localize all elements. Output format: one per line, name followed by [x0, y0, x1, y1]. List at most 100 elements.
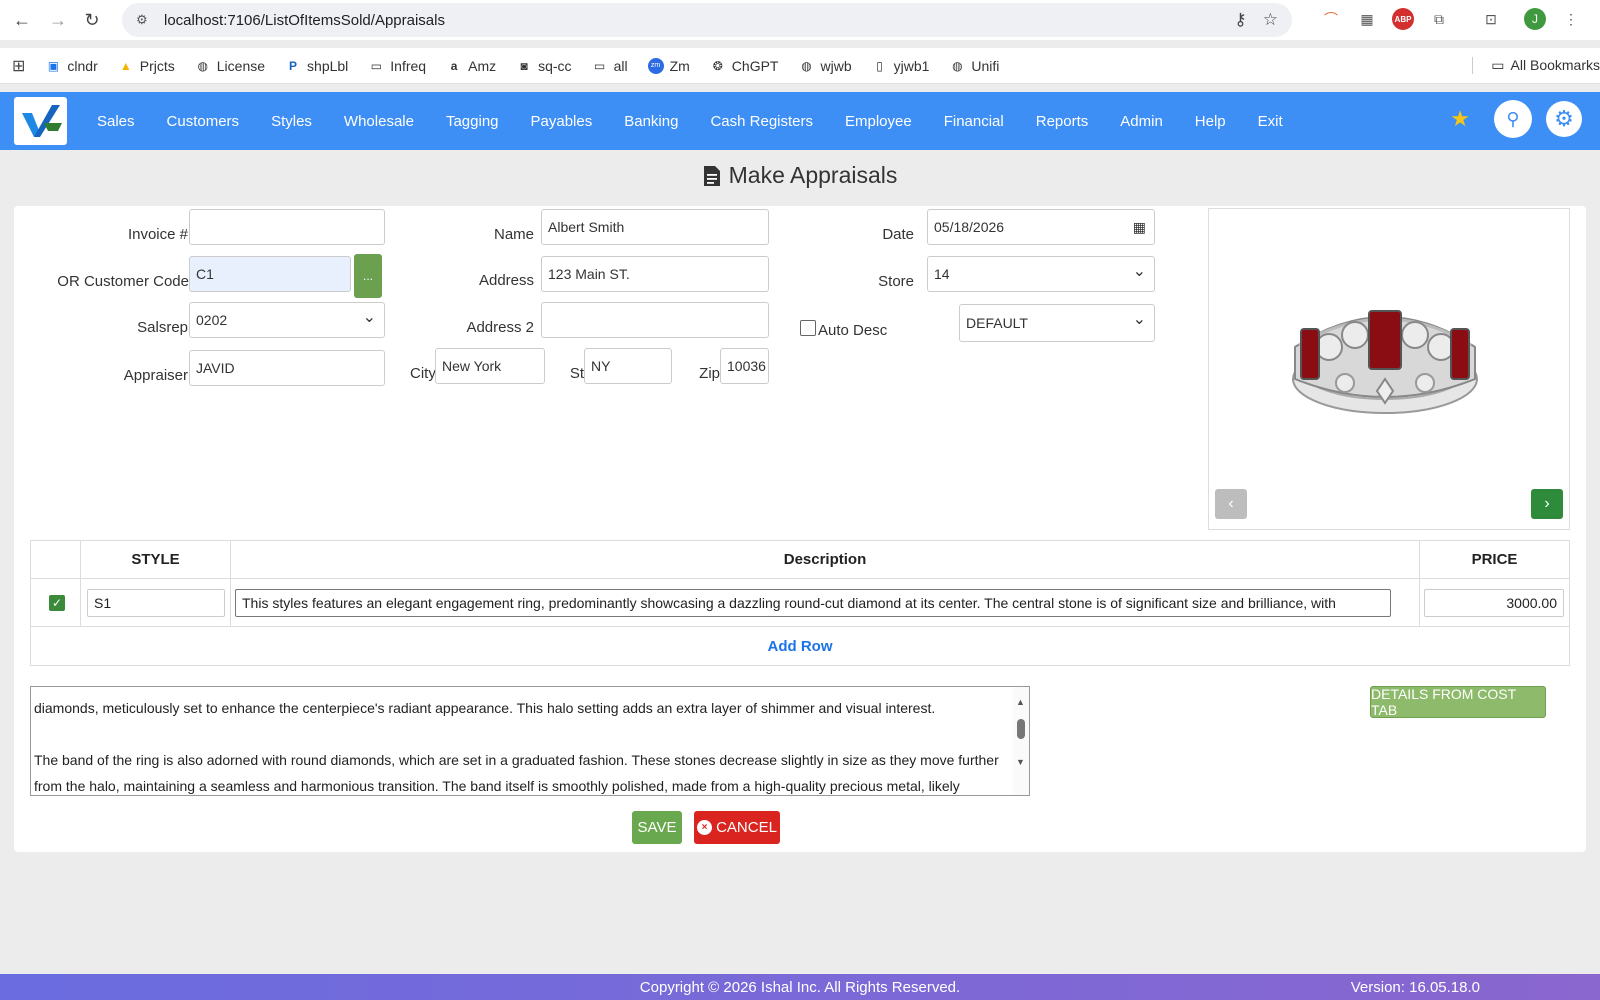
url-text[interactable]: localhost:7106/ListOfItemsSold/Appraisal…: [164, 12, 445, 29]
cancel-label: CANCEL: [716, 819, 777, 836]
page-icon: ▯: [876, 58, 883, 73]
all-bookmarks[interactable]: ▭ All Bookmarks: [1472, 57, 1600, 74]
save-button[interactable]: SAVE: [632, 811, 682, 844]
auto-desc-checkbox[interactable]: [800, 320, 816, 336]
bookmark-infreq[interactable]: ▭ Infreq: [368, 58, 426, 74]
name-input[interactable]: Albert Smith: [541, 209, 769, 245]
date-input[interactable]: 05/18/2026 ▦: [927, 209, 1155, 245]
salesrep-select[interactable]: 0202: [189, 302, 385, 338]
cancel-button[interactable]: × CANCEL: [694, 811, 780, 844]
nav-payables[interactable]: Payables: [531, 113, 593, 130]
calendar-icon[interactable]: ▦: [1133, 219, 1146, 236]
nav-tagging[interactable]: Tagging: [446, 113, 499, 130]
textarea-scrollbar[interactable]: ▲ ▼: [1013, 687, 1029, 795]
key-icon[interactable]: ⚷: [1234, 10, 1246, 30]
nav-financial[interactable]: Financial: [944, 113, 1004, 130]
invoice-input[interactable]: [189, 209, 385, 245]
city-input[interactable]: New York: [435, 348, 545, 384]
bookmark-wjwb[interactable]: ◍ wjwb: [798, 58, 851, 74]
zip-label: Zip: [699, 365, 720, 382]
nav-cash-registers[interactable]: Cash Registers: [710, 113, 813, 130]
nav-admin[interactable]: Admin: [1120, 113, 1163, 130]
site-info-icon[interactable]: ⚙: [136, 12, 152, 28]
reload-icon[interactable]: ↻: [80, 8, 104, 32]
search-button[interactable]: ⚲: [1494, 100, 1532, 138]
template-value: DEFAULT: [966, 315, 1028, 331]
address-input[interactable]: 123 Main ST.: [541, 256, 769, 292]
paypal-icon: P: [289, 58, 298, 73]
profile-avatar[interactable]: J: [1524, 8, 1546, 30]
chatgpt-icon: ❂: [712, 58, 723, 73]
description-input[interactable]: This styles features an elegant engageme…: [235, 588, 1391, 617]
bookmark-star-icon[interactable]: ☆: [1263, 10, 1278, 30]
bookmark-sq-cc[interactable]: ◙ sq-cc: [516, 58, 571, 74]
bookmark-clndr[interactable]: ▣ clndr: [45, 58, 98, 74]
nav-styles[interactable]: Styles: [271, 113, 312, 130]
chevron-right-icon: ›: [1544, 495, 1550, 512]
appraiser-input[interactable]: JAVID: [189, 350, 385, 386]
long-desc-paragraph: from the halo, maintaining a seamless an…: [34, 778, 960, 794]
customer-lookup-button[interactable]: ...: [354, 254, 382, 298]
nav-customers[interactable]: Customers: [167, 113, 240, 130]
ring-image: [1292, 310, 1478, 414]
address-bar[interactable]: ⚙ localhost:7106/ListOfItemsSold/Apprais…: [122, 3, 1292, 37]
details-from-cost-tab-button[interactable]: DETAILS FROM COST TAB: [1370, 686, 1546, 718]
table-header: STYLE Description PRICE: [31, 541, 1569, 579]
page-title: Make Appraisals: [0, 162, 1600, 189]
apps-grid-icon[interactable]: ⊞: [12, 56, 25, 76]
customer-code-input[interactable]: C1: [189, 256, 351, 292]
adblock-icon[interactable]: ABP: [1392, 8, 1414, 30]
price-input[interactable]: 3000.00: [1424, 588, 1564, 617]
bookmark-chgpt[interactable]: ❂ ChGPT: [710, 58, 779, 74]
drive-icon: ▲: [119, 58, 132, 73]
row-select-cell: ✓: [31, 579, 81, 626]
back-icon[interactable]: ←: [10, 8, 34, 32]
row-checkbox[interactable]: ✓: [49, 594, 65, 611]
long-description-textarea[interactable]: diamonds, meticulously set to enhance th…: [30, 686, 1030, 796]
folder-icon: ▭: [370, 58, 382, 73]
nav-employee[interactable]: Employee: [845, 113, 912, 130]
auto-desc-label: Auto Desc: [818, 322, 888, 339]
nav-banking[interactable]: Banking: [624, 113, 678, 130]
bookmark-unifi[interactable]: ◍ Unifi: [949, 58, 999, 74]
zip-input[interactable]: 10036: [720, 348, 769, 384]
scroll-up-icon[interactable]: ▲: [1016, 689, 1025, 715]
style-input[interactable]: S1: [87, 588, 225, 617]
bookmark-amz[interactable]: a Amz: [446, 58, 496, 74]
scroll-thumb[interactable]: [1017, 719, 1025, 739]
bookmark-shplbl[interactable]: PshpLbl: [285, 58, 348, 74]
nav-sales[interactable]: Sales: [97, 113, 135, 130]
add-row-link[interactable]: Add Row: [31, 627, 1569, 665]
store-select[interactable]: 14: [927, 256, 1155, 292]
state-input[interactable]: NY: [584, 348, 672, 384]
nav-reports[interactable]: Reports: [1036, 113, 1089, 130]
bookmark-license[interactable]: ◍ License: [195, 58, 266, 74]
row-price-cell: 3000.00: [1420, 579, 1569, 626]
browser-menu-icon[interactable]: ⋮: [1560, 8, 1582, 30]
bookmark-yjwb1[interactable]: ▯ yjwb1: [872, 58, 929, 74]
image-prev-button[interactable]: ‹: [1215, 489, 1247, 519]
image-next-button[interactable]: ›: [1531, 489, 1563, 519]
address2-input[interactable]: [541, 302, 769, 338]
nav-exit[interactable]: Exit: [1258, 113, 1283, 130]
nav-help[interactable]: Help: [1195, 113, 1226, 130]
favorite-star-icon[interactable]: ★: [1450, 106, 1470, 132]
scroll-down-icon[interactable]: ▼: [1016, 749, 1025, 775]
nav-wholesale[interactable]: Wholesale: [344, 113, 414, 130]
extension-qr-icon[interactable]: ▦: [1356, 8, 1378, 30]
extension-rainbow-icon[interactable]: ⌒: [1320, 8, 1342, 30]
settings-button[interactable]: ⚙: [1546, 101, 1582, 137]
date-value: 05/18/2026: [934, 219, 1005, 235]
table-row: ✓ S1 This styles features an elegant eng…: [31, 579, 1569, 627]
bookmark-zm[interactable]: zm Zm: [647, 57, 690, 74]
bookmark-all[interactable]: ▭ all: [592, 58, 628, 74]
forward-icon[interactable]: →: [46, 8, 70, 32]
bookmark-prjcts[interactable]: ▲ Prjcts: [118, 58, 175, 74]
globe-icon: ◍: [801, 58, 812, 73]
tab-search-icon[interactable]: ⊡: [1480, 8, 1502, 30]
item-image-panel: ‹ ›: [1208, 208, 1570, 530]
extensions-puzzle-icon[interactable]: ⧉: [1428, 8, 1450, 30]
app-logo[interactable]: [14, 97, 67, 145]
chevron-left-icon: ‹: [1228, 495, 1234, 512]
template-select[interactable]: DEFAULT: [959, 304, 1155, 342]
